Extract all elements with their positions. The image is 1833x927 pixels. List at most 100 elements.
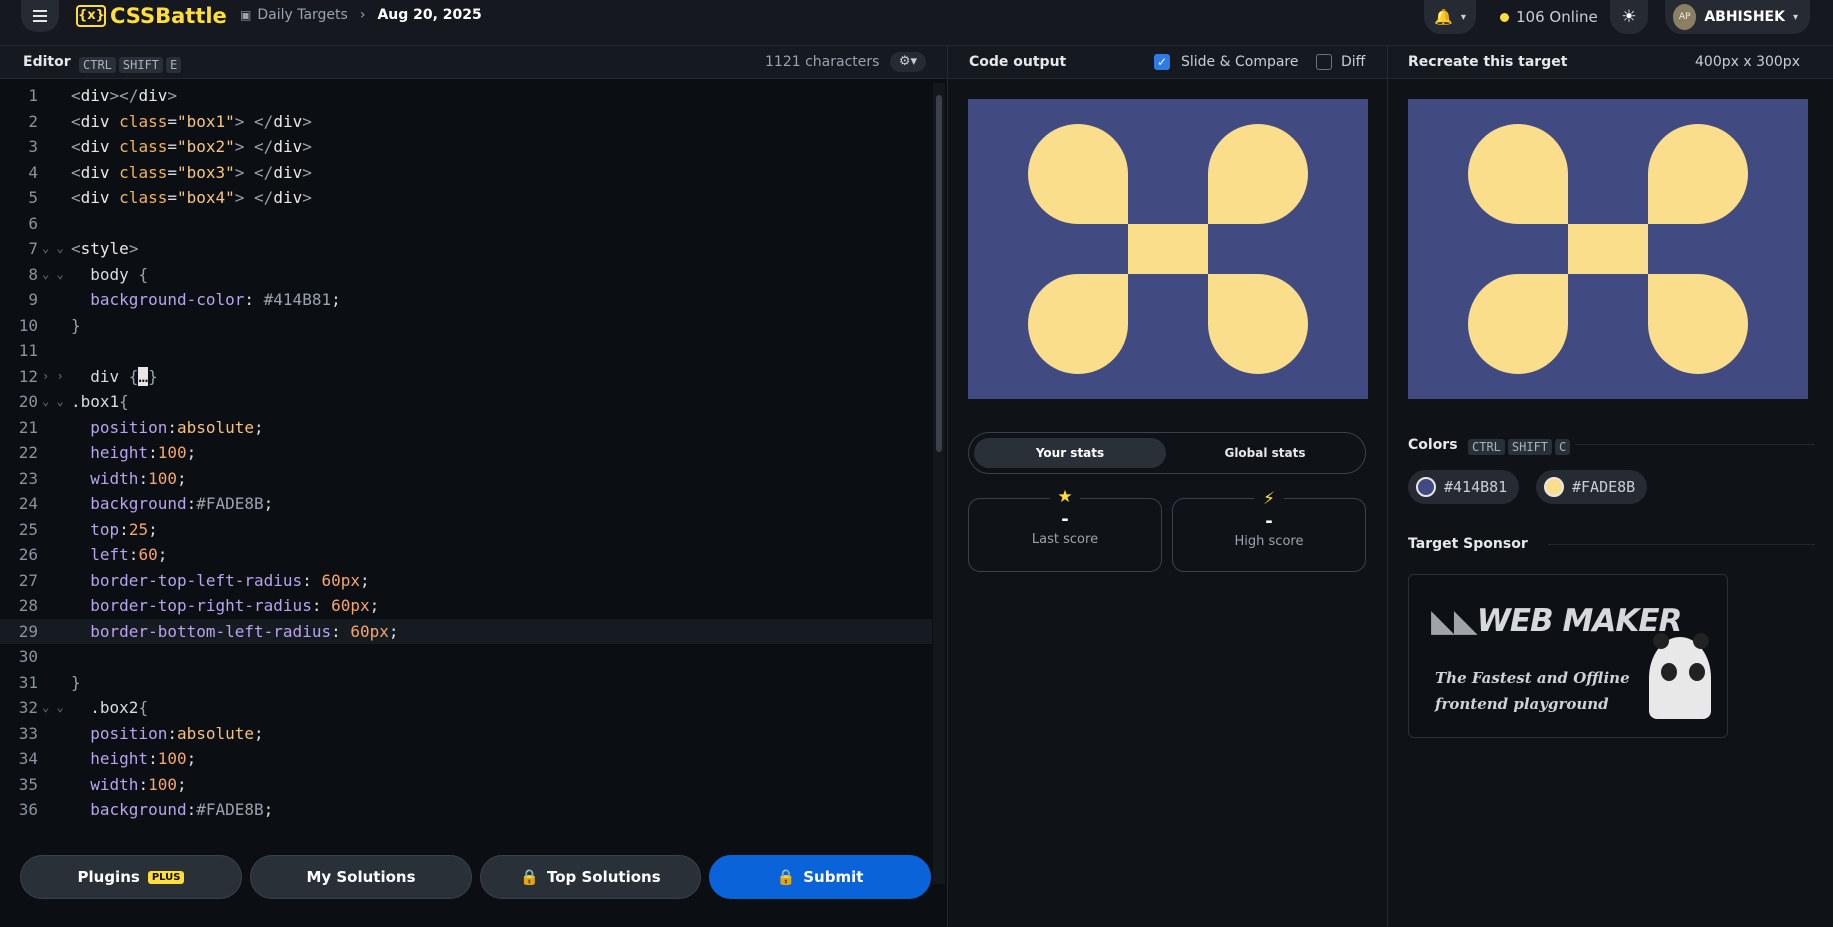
code-text: } [71,315,81,335]
fold-toggle-icon[interactable]: › › [42,364,64,390]
code-editor[interactable]: 1 <div></div> 2 <div class="box1"> </div> 3 <… [0,83,932,884]
code-text: <div class="box3"> </div> [71,162,312,182]
color-dot [1416,477,1436,497]
code-line[interactable]: 25 top:25; [0,517,932,543]
top-solutions-button[interactable]: 🔒 Top Solutions [480,855,701,899]
code-text: position:absolute; [90,417,264,437]
breadcrumb-daily-targets[interactable]: Daily Targets [257,7,347,23]
sponsor-name: WEB MAKER [1476,603,1683,639]
color-swatch-1[interactable]: #414B81 [1408,470,1520,504]
user-menu[interactable]: AP ABHISHEK ▾ [1665,0,1810,34]
code-line[interactable]: 4 <div class="box3"> </div> [0,160,932,186]
editor-scrollbar[interactable] [933,83,945,884]
code-line[interactable]: 31} [0,670,932,696]
target-header: Recreate this target 400px x 300px [1388,46,1833,79]
code-text: <div class="box4"> </div> [71,188,312,207]
fold-toggle-icon[interactable]: ⌄ ⌄ [42,695,64,721]
kbd-key: CTRL [1468,439,1505,455]
fold-toggle-icon[interactable]: ⌄ ⌄ [42,236,64,262]
line-number: 8 [28,264,38,284]
sponsor-title: Target Sponsor [1408,536,1528,552]
code-line[interactable]: 23 width:100; [0,466,932,492]
code-line[interactable]: 32 ⌄ ⌄ .box2{ [0,695,932,721]
target-box2 [1648,124,1748,224]
breadcrumb-date: Aug 20, 2025 [377,7,482,23]
code-line[interactable]: 10} [0,313,932,339]
code-line[interactable]: 11 [0,338,932,364]
code-text: border-top-left-radius: 60px; [90,570,370,590]
target-size: 400px x 300px [1695,54,1800,70]
diff-checkbox[interactable] [1316,54,1332,70]
fold-toggle-icon[interactable]: ⌄ ⌄ [42,262,64,288]
fold-toggle-icon[interactable]: ⌄ ⌄ [42,389,64,415]
editor-settings-button[interactable]: ⚙▾ [890,52,926,72]
code-line[interactable]: 28 border-top-right-radius: 60px; [0,593,932,619]
slide-compare-label[interactable]: Slide & Compare [1181,54,1299,70]
code-text: <style> [71,239,139,258]
last-score-label: Last score [1031,532,1099,547]
tab-your-stats[interactable]: Your stats [974,438,1166,468]
code-line[interactable]: 2 <div class="box1"> </div> [0,109,932,135]
code-line[interactable]: 6 [0,211,932,237]
output-header: Code output ✓ Slide & Compare Diff [948,46,1387,79]
code-line[interactable]: 20 ⌄ ⌄ .box1{ [0,389,932,415]
code-line[interactable]: 36 background:#FADE8B; [0,797,932,823]
code-line[interactable]: 30 [0,644,932,670]
menu-button[interactable] [21,0,59,32]
code-line[interactable]: 7 ⌄ ⌄ <style> [0,236,932,262]
slide-compare-checkbox[interactable]: ✓ [1154,54,1170,70]
line-number: 1 [28,86,38,105]
plugins-button[interactable]: Plugins PLUS [20,855,242,899]
theme-toggle-button[interactable]: ☀ [1610,0,1648,34]
code-output-canvas[interactable] [968,99,1368,399]
line-number: 24 [18,494,38,513]
code-line[interactable]: 34 height:100; [0,746,932,772]
submit-button[interactable]: 🔒 Submit [709,855,931,899]
line-number: 22 [18,443,38,462]
color-swatch-2[interactable]: #FADE8B [1536,470,1648,504]
code-line[interactable]: 29 border-bottom-left-radius: 60px; [0,618,932,644]
code-line[interactable]: 12 › › div {…} [0,364,932,390]
code-line[interactable]: 3 <div class="box2"> </div> [0,134,932,160]
code-line[interactable]: 27 border-top-left-radius: 60px; [0,568,932,594]
code-line[interactable]: 8 ⌄ ⌄ body { [0,262,932,288]
code-line[interactable]: 26 left:60; [0,542,932,568]
logo[interactable]: {x} CSSBattle [76,4,227,28]
code-line[interactable]: 21 position:absolute; [0,415,932,441]
logo-text: CSSBattle [110,4,227,28]
bell-icon: 🔔 [1434,8,1453,26]
code-text: } [71,672,81,692]
kbd-key: C [1555,439,1571,455]
high-score-card: ⚡ - High score [1172,489,1366,572]
target-panel: Recreate this target 400px x 300px Color… [1387,46,1833,927]
scrollbar-thumb[interactable] [936,95,942,452]
line-number: 29 [18,621,38,641]
notifications-button[interactable]: 🔔 ▾ [1424,0,1476,34]
target-image[interactable] [1408,99,1808,399]
online-status: 106 Online [1500,8,1598,26]
my-solutions-label: My Solutions [306,868,416,886]
code-line[interactable]: 33 position:absolute; [0,721,932,747]
char-count: 1121 characters [765,54,880,70]
color-dot [1544,477,1564,497]
code-line[interactable]: 24 background:#FADE8B; [0,491,932,517]
code-text: width:100; [90,468,187,488]
target-box1 [1468,124,1568,224]
line-number: 32 [18,698,38,717]
code-line[interactable]: 5 <div class="box4"> </div> [0,185,932,211]
kbd-key: CTRL [79,57,116,73]
code-text: position:absolute; [90,723,264,743]
code-line[interactable]: 1 <div></div> [0,83,932,109]
my-solutions-button[interactable]: My Solutions [250,855,472,899]
tab-global-stats[interactable]: Global stats [1169,438,1361,468]
code-text: width:100; [90,774,187,794]
kbd-key: SHIFT [1507,439,1553,455]
diff-label[interactable]: Diff [1341,54,1365,70]
target-title: Recreate this target [1408,54,1568,70]
line-number: 23 [18,468,38,488]
code-line[interactable]: 9 background-color: #414B81; [0,287,932,313]
star-icon: ★ [1050,487,1080,507]
sponsor-card[interactable]: ◣◣WEB MAKER The Fastest and Offline fron… [1408,574,1728,738]
code-line[interactable]: 35 width:100; [0,772,932,798]
code-line[interactable]: 22 height:100; [0,440,932,466]
